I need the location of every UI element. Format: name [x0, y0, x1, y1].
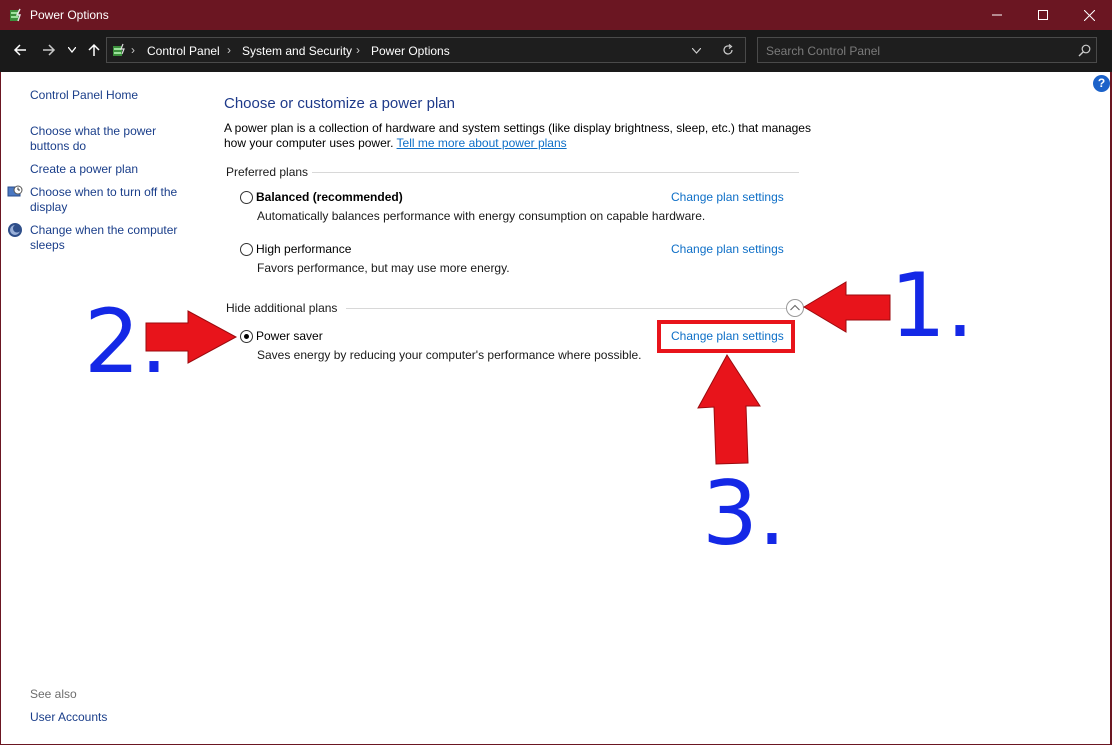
window-border — [0, 72, 1, 745]
collapse-additional-plans-button[interactable] — [786, 299, 804, 317]
description-line: A power plan is a collection of hardware… — [224, 121, 811, 135]
power-options-icon — [10, 8, 21, 22]
breadcrumb-separator-icon: › — [356, 43, 360, 57]
highlight-box — [657, 320, 795, 353]
sidebar-item-power-buttons[interactable]: Choose what the power buttons do — [30, 124, 156, 154]
back-button[interactable] — [10, 40, 30, 60]
sidebar-user-accounts[interactable]: User Accounts — [30, 710, 107, 725]
breadcrumb-power-options[interactable]: Power Options — [371, 44, 450, 58]
window-title: Power Options — [30, 8, 109, 22]
sidebar-control-panel-home[interactable]: Control Panel Home — [30, 88, 138, 103]
maximize-button[interactable] — [1020, 0, 1066, 30]
breadcrumb-control-panel[interactable]: Control Panel — [147, 44, 220, 58]
help-icon[interactable]: ? — [1093, 75, 1110, 92]
hide-additional-plans-heading[interactable]: Hide additional plans — [226, 301, 337, 315]
arrow-1-icon — [803, 281, 891, 333]
plan-radio-balanced[interactable] — [240, 191, 253, 204]
search-icon[interactable] — [1078, 44, 1091, 57]
chevron-down-icon — [68, 47, 76, 53]
up-arrow-icon — [88, 43, 100, 56]
sidebar-item-label: Choose what the power — [30, 124, 157, 138]
annotation-step-3: 3. — [702, 462, 786, 565]
change-plan-settings-high-performance[interactable]: Change plan settings — [671, 242, 784, 256]
plan-description: Automatically balances performance with … — [257, 209, 706, 223]
search-box[interactable] — [757, 37, 1097, 63]
section-divider — [346, 308, 786, 309]
refresh-icon[interactable] — [722, 44, 734, 56]
section-divider — [312, 172, 799, 173]
minimize-icon — [992, 14, 1002, 16]
address-toolbar: › Control Panel › System and Security › … — [0, 30, 1112, 72]
sidebar-item-label: sleeps — [30, 238, 65, 252]
address-dropdown-icon[interactable] — [692, 48, 701, 54]
plan-description: Saves energy by reducing your computer's… — [257, 348, 642, 362]
annotation-step-2: 2. — [84, 290, 168, 393]
chevron-up-icon — [790, 304, 800, 311]
sidebar-item-label: display — [30, 200, 68, 214]
plan-name-high-performance[interactable]: High performance — [256, 242, 351, 256]
sidebar-item-label: Change when the computer — [30, 223, 178, 237]
recent-locations-button[interactable] — [64, 40, 80, 60]
radio-selected-dot — [244, 334, 249, 339]
page-title: Choose or customize a power plan — [224, 95, 455, 112]
plan-name-power-saver[interactable]: Power saver — [256, 329, 323, 343]
arrow-3-icon — [697, 354, 761, 465]
plan-radio-power-saver[interactable] — [240, 330, 253, 343]
sidebar-item-label: buttons do — [30, 139, 87, 153]
up-button[interactable] — [84, 40, 104, 60]
title-bar: Power Options — [0, 0, 1112, 30]
breadcrumb-system-and-security[interactable]: System and Security — [242, 44, 352, 58]
search-input[interactable] — [764, 41, 1068, 61]
learn-more-link[interactable]: Tell me more about power plans — [397, 136, 567, 150]
maximize-icon — [1038, 10, 1048, 20]
preferred-plans-heading: Preferred plans — [226, 165, 309, 179]
see-also-heading: See also — [30, 687, 77, 701]
plan-radio-high-performance[interactable] — [240, 243, 253, 256]
sleep-moon-icon — [8, 223, 22, 237]
breadcrumb-separator-icon: › — [131, 43, 135, 57]
sidebar-item-label: Choose when to turn off the — [30, 185, 178, 199]
sidebar-item-turn-off-display[interactable]: Choose when to turn off the display — [30, 185, 177, 215]
forward-button[interactable] — [39, 40, 59, 60]
breadcrumb-separator-icon: › — [227, 43, 231, 57]
plan-description: Favors performance, but may use more ene… — [257, 261, 510, 275]
control-panel-icon — [113, 43, 125, 56]
close-button[interactable] — [1066, 0, 1112, 30]
back-arrow-icon — [13, 44, 26, 56]
page-description: A power plan is a collection of hardware… — [224, 121, 824, 151]
display-clock-icon — [7, 185, 23, 197]
sidebar-item-computer-sleeps[interactable]: Change when the computer sleeps — [30, 223, 177, 253]
description-line-2: how your computer uses power. Tell me mo… — [224, 136, 824, 151]
description-text: how your computer uses power. — [224, 136, 394, 150]
sidebar-item-label: Create a power plan — [30, 162, 139, 176]
annotation-step-1: 1. — [890, 254, 974, 357]
minimize-button[interactable] — [974, 0, 1020, 30]
sidebar-item-create-plan[interactable]: Create a power plan — [30, 162, 138, 177]
change-plan-settings-balanced[interactable]: Change plan settings — [671, 190, 784, 204]
plan-name-balanced[interactable]: Balanced (recommended) — [256, 190, 403, 204]
address-box[interactable]: › Control Panel › System and Security › … — [106, 37, 746, 63]
close-icon — [1083, 9, 1095, 21]
forward-arrow-icon — [43, 44, 56, 56]
